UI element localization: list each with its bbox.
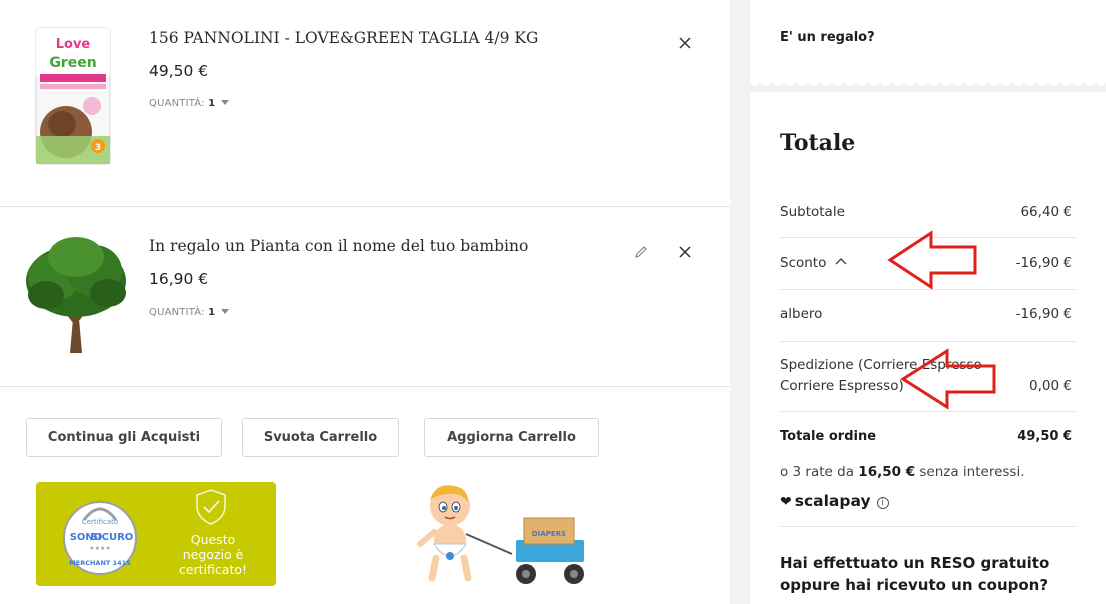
cert-text-line: Questo: [190, 532, 236, 547]
tree-image[interactable]: [24, 235, 128, 353]
caret-down-icon: [221, 100, 230, 105]
discount-label-wrap[interactable]: Sconto: [780, 255, 848, 271]
remove-item-icon[interactable]: [676, 243, 694, 261]
shield-check-icon: [196, 489, 226, 525]
seal-brand-text-2: SICURO: [91, 532, 134, 543]
quantity-selector[interactable]: QUANTITÀ: 1: [149, 98, 230, 109]
tree-discount-label: albero: [780, 306, 823, 322]
discount-value: -16,90 €: [1015, 255, 1072, 271]
chevron-up-icon[interactable]: [834, 257, 848, 266]
installments-suffix: senza interessi.: [919, 464, 1025, 480]
quantity-value: 1: [208, 307, 216, 318]
installments-text: o 3 rate da 16,50 € senza interessi.: [780, 464, 1025, 480]
shipping-value: 0,00 €: [1029, 378, 1072, 394]
order-total-label: Totale ordine: [780, 429, 877, 444]
diaper-package-image[interactable]: Love Green 3: [30, 24, 116, 168]
tree-discount-value: -16,90 €: [1015, 306, 1072, 322]
discount-detail-row: albero -16,90 €: [780, 290, 1076, 342]
update-cart-button[interactable]: Aggiorna Carrello: [424, 418, 599, 457]
cert-text-line: certificato!: [178, 562, 248, 577]
red-arrow-left-icon: [900, 348, 996, 410]
caret-down-icon: [221, 309, 230, 314]
quantity-label: QUANTITÀ:: [149, 307, 205, 318]
red-arrow-left-icon: [887, 230, 977, 290]
product-price: 16,90 €: [149, 270, 209, 288]
scalloped-divider: [750, 78, 1106, 86]
svg-text:Love: Love: [56, 37, 91, 52]
sonosicuro-seal-icon: Certificato SONO SICURO ★★★★ MERCHANT 14…: [63, 501, 137, 575]
divider: [780, 526, 1076, 527]
cart-item: In regalo un Pianta con il nome del tuo …: [0, 207, 730, 387]
order-summary-sidebar: E' un regalo? Totale Subtotale 66,40 € S…: [730, 0, 1106, 604]
order-total-row: Totale ordine 49,50 €: [780, 412, 1076, 462]
gift-card-panel: E' un regalo?: [750, 0, 1106, 78]
info-icon[interactable]: i: [876, 497, 889, 509]
remove-item-icon[interactable]: [676, 34, 694, 52]
coupon-question[interactable]: Hai effettuato un RESO gratuito oppure h…: [780, 552, 1080, 596]
baby-mascot-wagon-image: DIAPERS: [417, 485, 584, 584]
svg-text:Green: Green: [49, 55, 96, 71]
cert-text-line: negozio è: [182, 547, 244, 562]
gift-option-label[interactable]: E' un regalo?: [780, 30, 875, 45]
edit-pencil-icon[interactable]: [633, 244, 649, 260]
installments-prefix: o 3 rate da: [780, 464, 854, 480]
cart-item: Love Green 3 156 PANNOLINI - LOVE&GREEN …: [0, 0, 730, 207]
continue-shopping-button[interactable]: Continua gli Acquisti: [26, 418, 222, 457]
order-total-value: 49,50 €: [1017, 429, 1072, 444]
subtotal-label: Subtotale: [780, 204, 845, 220]
quantity-label: QUANTITÀ:: [149, 98, 205, 109]
product-price: 49,50 €: [149, 62, 209, 80]
certified-store-text: Questo negozio è certificato!: [166, 532, 260, 577]
installments-amount: 16,50 €: [858, 464, 916, 480]
certified-store-badge[interactable]: Certificato SONO SICURO ★★★★ MERCHANT 14…: [36, 482, 276, 586]
svg-text:3: 3: [95, 143, 101, 153]
product-title[interactable]: 156 PANNOLINI - LOVE&GREEN TAGLIA 4/9 KG: [149, 29, 538, 47]
product-title[interactable]: In regalo un Pianta con il nome del tuo …: [149, 237, 528, 255]
quantity-value: 1: [208, 98, 216, 109]
subtotal-value: 66,40 €: [1020, 204, 1072, 220]
scalapay-logo: ❤ scalapay i: [780, 492, 889, 510]
empty-cart-button[interactable]: Svuota Carrello: [242, 418, 399, 457]
totals-title: Totale: [780, 130, 856, 156]
scalapay-name: scalapay: [794, 492, 871, 510]
box-label-text: DIAPERS: [532, 530, 566, 538]
heart-icon: ❤: [780, 494, 792, 510]
cart-panel: Love Green 3 156 PANNOLINI - LOVE&GREEN …: [0, 0, 730, 604]
quantity-selector[interactable]: QUANTITÀ: 1: [149, 307, 230, 318]
seal-bottom-text: MERCHANT 1415: [69, 559, 131, 567]
svg-text:★★★★: ★★★★: [89, 545, 111, 552]
seal-top-text: Certificato: [82, 518, 118, 526]
discount-label: Sconto: [780, 255, 827, 271]
